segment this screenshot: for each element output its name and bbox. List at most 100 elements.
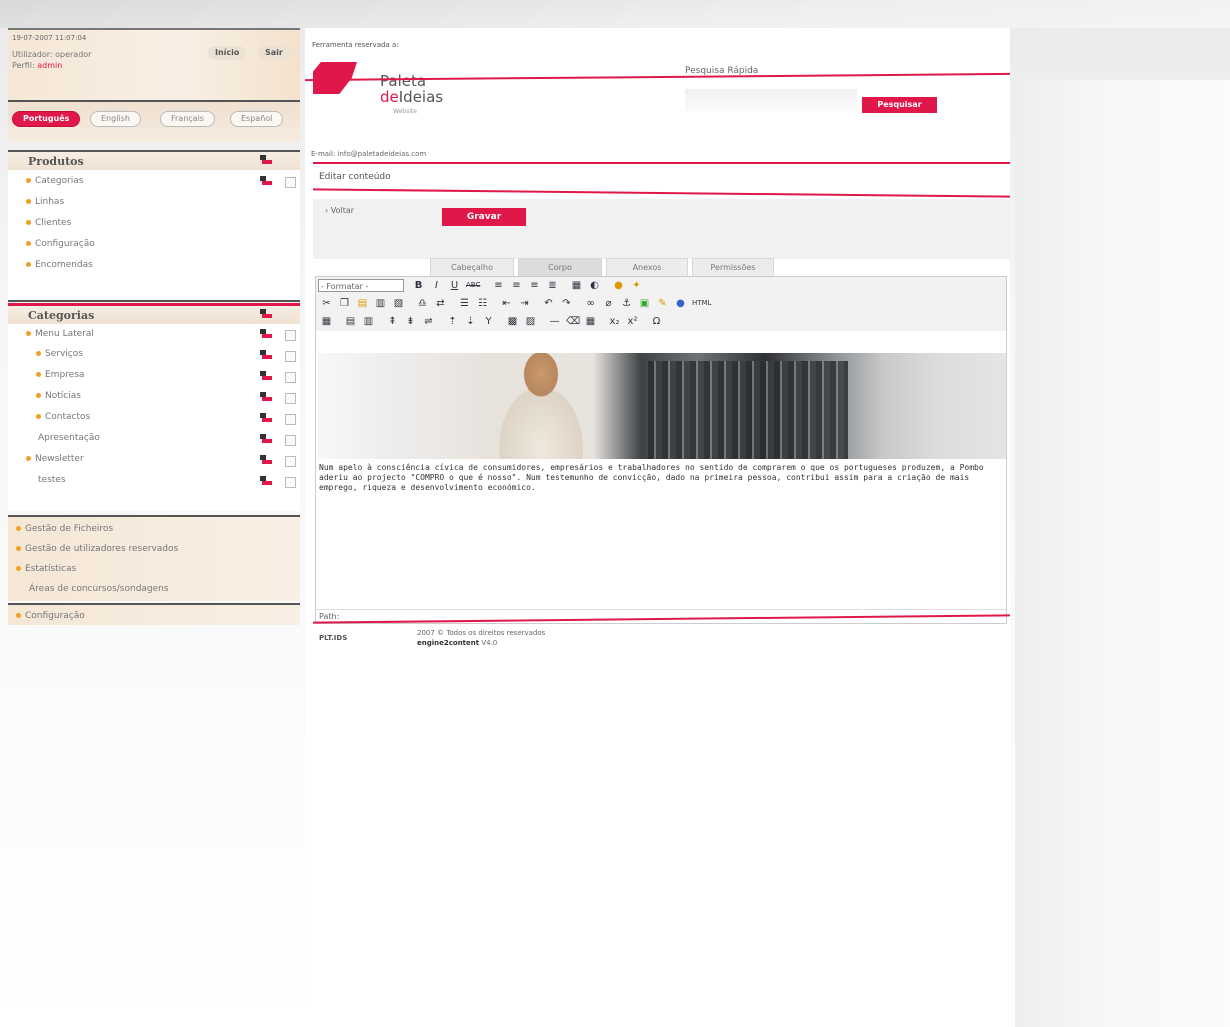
editor-body-text[interactable]: Num apelo à consciência cívica de consum… (319, 463, 999, 493)
table-icon[interactable]: ▦ (320, 315, 333, 328)
tab-corpo[interactable]: Corpo (518, 258, 602, 278)
lang-english[interactable]: English (90, 111, 141, 127)
cell-props-icon[interactable]: ▥ (362, 315, 375, 328)
image-icon[interactable]: ▣ (638, 297, 651, 310)
help-icon[interactable]: ◐ (588, 279, 601, 292)
remove-format-icon[interactable]: ⌫ (566, 315, 580, 328)
delete-row-icon[interactable]: ⇌ (422, 315, 435, 328)
tree-item-noticias[interactable]: Notícias (36, 391, 81, 401)
menu-gestao-ficheiros[interactable]: Gestão de Ficheiros (16, 524, 113, 534)
lang-portugues[interactable]: Português (12, 111, 81, 127)
unlink-icon[interactable]: ⌀ (602, 297, 615, 310)
anchor-icon[interactable]: ✦ (630, 279, 643, 292)
align-right-icon[interactable]: ≡ (528, 279, 541, 292)
find-icon[interactable]: ♎ (416, 297, 429, 310)
superscript-icon[interactable]: x² (626, 315, 639, 328)
anchor-insert-icon[interactable]: ⚓ (620, 297, 633, 310)
italic-icon[interactable]: I (430, 279, 443, 292)
replace-icon[interactable]: ⇄ (434, 297, 447, 310)
rich-text-editor[interactable]: - Formatar - B I U ABC ≡ ≡ ≡ ≣ ▦ ◐ ● ✦ ✂… (315, 276, 1007, 624)
add-icon[interactable] (260, 476, 272, 488)
delete-col-icon[interactable]: Y (482, 315, 495, 328)
edit-icon[interactable] (285, 372, 296, 383)
tab-cabecalho[interactable]: Cabeçalho (430, 258, 514, 278)
horizontal-rule-icon[interactable]: — (548, 315, 561, 328)
tree-item-apresentacao[interactable]: Apresentação (38, 433, 100, 443)
copy-icon[interactable]: ❐ (338, 297, 351, 310)
align-justify-icon[interactable]: ≣ (546, 279, 559, 292)
numbered-list-icon[interactable]: ☷ (476, 297, 489, 310)
add-icon[interactable] (260, 155, 272, 167)
align-left-icon[interactable]: ≡ (492, 279, 505, 292)
split-cells-icon[interactable]: ▩ (506, 315, 519, 328)
bold-icon[interactable]: B (412, 279, 425, 292)
search-input[interactable] (685, 89, 857, 111)
lang-francais[interactable]: Français (160, 111, 215, 127)
undo-icon[interactable]: ↶ (542, 297, 555, 310)
add-icon[interactable] (260, 176, 272, 188)
cut-icon[interactable]: ✂ (320, 297, 333, 310)
paste-word-icon[interactable]: ▧ (392, 297, 405, 310)
tree-item-contactos[interactable]: Contactos (36, 412, 90, 422)
underline-icon[interactable]: U (448, 279, 461, 292)
link-icon[interactable]: ● (612, 279, 625, 292)
special-char-icon[interactable]: Ω (650, 315, 663, 328)
edit-icon[interactable] (285, 477, 296, 488)
bullet-list-icon[interactable]: ☰ (458, 297, 471, 310)
add-icon[interactable] (260, 350, 272, 362)
tree-item-newsletter[interactable]: Newsletter (26, 454, 84, 464)
tree-item-menu-lateral[interactable]: Menu Lateral (26, 329, 94, 339)
sidebar-item-linhas[interactable]: Linhas (26, 197, 64, 207)
merge-cells-icon[interactable]: ▨ (524, 315, 537, 328)
row-props-icon[interactable]: ▤ (344, 315, 357, 328)
align-center-icon[interactable]: ≡ (510, 279, 523, 292)
menu-gestao-utilizadores[interactable]: Gestão de utilizadores reservados (16, 544, 178, 554)
add-icon[interactable] (260, 329, 272, 341)
styles-icon[interactable]: ▦ (570, 279, 583, 292)
sair-button[interactable]: Sair (258, 46, 290, 60)
edit-icon[interactable] (285, 330, 296, 341)
tab-permissoes[interactable]: Permissões (692, 258, 774, 278)
tab-anexos[interactable]: Anexos (606, 258, 688, 278)
tree-item-testes[interactable]: testes (38, 475, 66, 485)
edit-icon[interactable] (285, 456, 296, 467)
edit-icon[interactable] (285, 414, 296, 425)
paste-icon[interactable]: ▤ (356, 297, 369, 310)
add-icon[interactable] (260, 434, 272, 446)
save-button[interactable]: Gravar (442, 208, 526, 226)
visual-aid-icon[interactable]: ▦ (584, 315, 597, 328)
redo-icon[interactable]: ↷ (560, 297, 573, 310)
add-icon[interactable] (260, 455, 272, 467)
menu-estatisticas[interactable]: Estatísticas (16, 564, 76, 574)
insert-col-after-icon[interactable]: ⇣ (464, 315, 477, 328)
cleanup-icon[interactable]: ✎ (656, 297, 669, 310)
menu-configuracao[interactable]: Configuração (16, 611, 85, 621)
menu-areas-concursos[interactable]: Áreas de concursos/sondagens (29, 584, 169, 594)
insert-row-after-icon[interactable]: ⇟ (404, 315, 417, 328)
insert-link-icon[interactable]: ∞ (584, 297, 597, 310)
strikethrough-icon[interactable]: ABC (466, 279, 480, 292)
outdent-icon[interactable]: ⇤ (500, 297, 513, 310)
help2-icon[interactable]: ● (674, 297, 687, 310)
edit-icon[interactable] (285, 393, 296, 404)
format-select[interactable]: - Formatar - (318, 279, 404, 292)
sidebar-item-categorias[interactable]: Categorias (26, 176, 84, 186)
add-icon[interactable] (260, 413, 272, 425)
edit-icon[interactable] (285, 177, 296, 188)
subscript-icon[interactable]: x₂ (608, 315, 621, 328)
sidebar-item-configuracao[interactable]: Configuração (26, 239, 95, 249)
sidebar-item-encomendas[interactable]: Encomendas (26, 260, 93, 270)
tree-item-empresa[interactable]: Empresa (36, 370, 84, 380)
insert-row-before-icon[interactable]: ⇞ (386, 315, 399, 328)
insert-col-before-icon[interactable]: ⇡ (446, 315, 459, 328)
add-icon[interactable] (260, 309, 272, 321)
search-button[interactable]: Pesquisar (862, 97, 937, 113)
add-icon[interactable] (260, 371, 272, 383)
indent-icon[interactable]: ⇥ (518, 297, 531, 310)
sidebar-item-clientes[interactable]: Clientes (26, 218, 71, 228)
tree-item-servicos[interactable]: Serviços (36, 349, 83, 359)
lang-espanol[interactable]: Español (230, 111, 284, 127)
edit-icon[interactable] (285, 351, 296, 362)
add-icon[interactable] (260, 392, 272, 404)
html-icon[interactable]: HTML (692, 297, 711, 310)
